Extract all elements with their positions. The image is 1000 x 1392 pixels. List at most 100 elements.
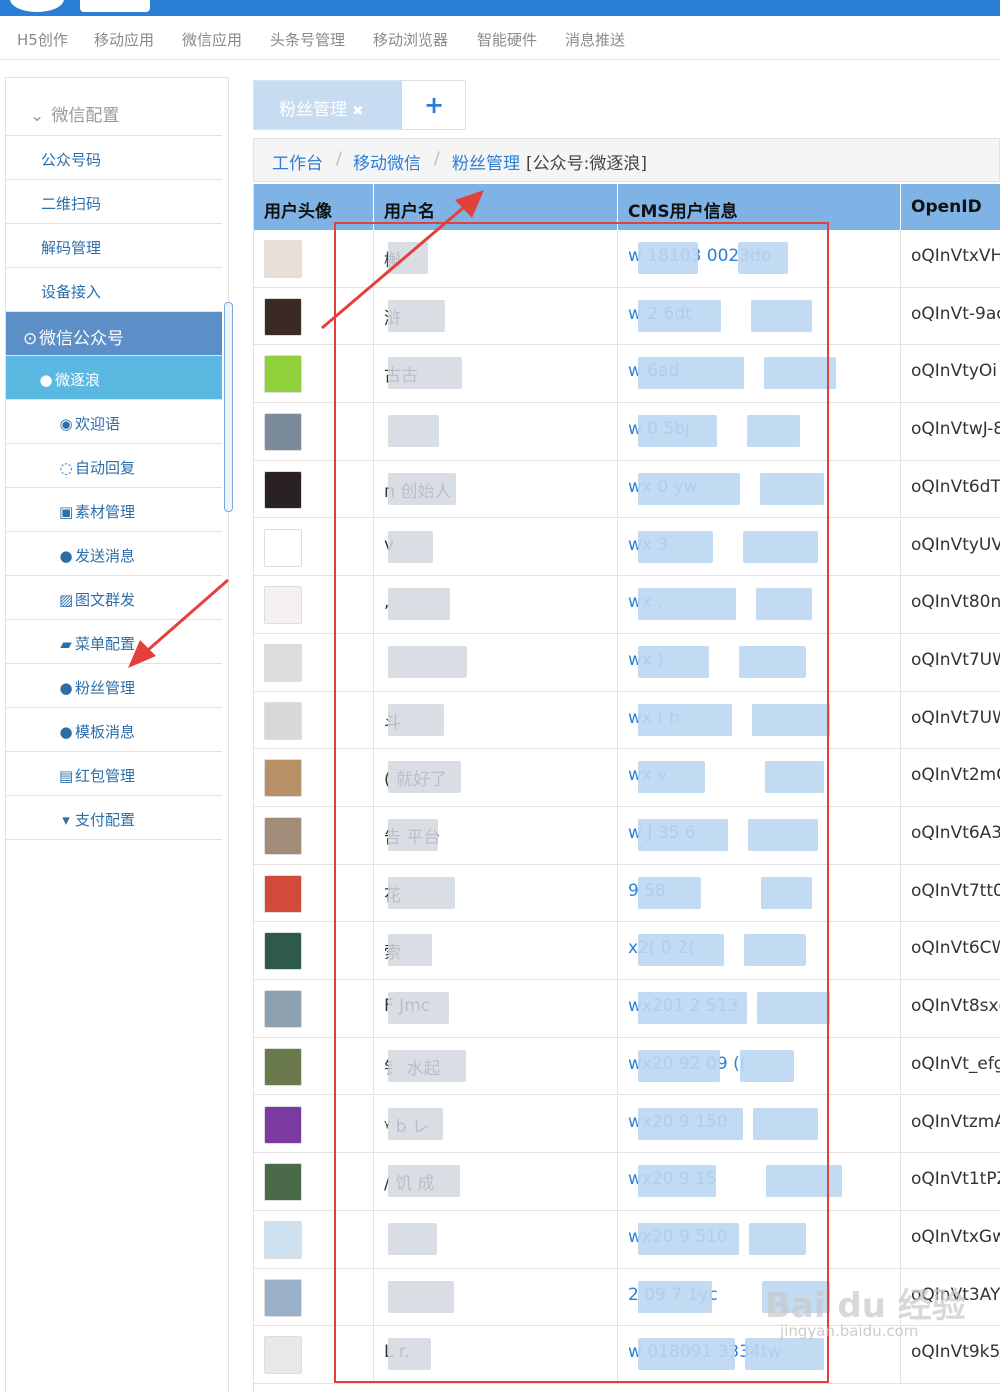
- avatar[interactable]: [264, 297, 302, 336]
- openid-cell: oQInVt7UW: [901, 634, 1000, 691]
- watermark-url: jingyan.baidu.com: [780, 1322, 919, 1340]
- avatar[interactable]: [264, 470, 302, 509]
- chat-bubble-icon: ●: [59, 547, 73, 565]
- annotation-highlight-box: [334, 222, 829, 1383]
- top-header-bar: [0, 0, 1000, 16]
- breadcrumb: 工作台 / 移动微信 / 粉丝管理 [公众号:微逐浪]: [253, 138, 1000, 182]
- globe-icon: ◉: [59, 415, 73, 433]
- sidebar-item-menu-config[interactable]: ▰ 菜单配置: [6, 620, 222, 664]
- picture-icon: ▨: [59, 591, 74, 609]
- avatar[interactable]: [264, 874, 302, 913]
- avatar[interactable]: [264, 240, 302, 278]
- openid: oQInVt9k5: [911, 1342, 1000, 1363]
- book-icon: ▰: [60, 635, 72, 653]
- sidebar-item-decode[interactable]: 解码管理: [6, 224, 222, 268]
- openid-cell: oQInVt-9ac: [901, 288, 1000, 345]
- tab-fans-management[interactable]: 粉丝管理 ✖: [254, 81, 402, 129]
- sidebar-item-fans[interactable]: ● 粉丝管理: [6, 664, 222, 708]
- openid: oQInVtxVH: [911, 246, 1000, 266]
- nav-toutiao[interactable]: 头条号管理: [270, 29, 345, 50]
- avatar[interactable]: [264, 1278, 302, 1317]
- openid: oQInVt1tPZ: [911, 1169, 1000, 1190]
- sidebar-item-send-message[interactable]: ● 发送消息: [6, 532, 222, 576]
- openid-cell: oQInVt_efg: [901, 1038, 1000, 1095]
- nav-mobile-app[interactable]: 移动应用: [94, 29, 154, 50]
- sidebar: ⌄ 微信配置 公众号码 二维扫码 解码管理 设备接入 ⊙ 微信公众号 ● 微逐浪 ◉…: [5, 77, 229, 1392]
- openid: oQInVt6A3: [911, 823, 1000, 843]
- nav-wechat-app[interactable]: 微信应用: [182, 29, 242, 50]
- chevron-down-icon: ⌄: [30, 106, 45, 126]
- sidebar-item-accounts[interactable]: 公众号码: [6, 136, 222, 180]
- openid-cell: oQInVt6dT: [901, 461, 1000, 518]
- cart-icon: ▾: [62, 811, 70, 829]
- breadcrumb-current: 粉丝管理: [452, 154, 520, 174]
- sidebar-item-auto-reply[interactable]: ◌ 自动回复: [6, 444, 222, 488]
- avatar[interactable]: [264, 1105, 302, 1144]
- avatar[interactable]: [264, 1220, 302, 1259]
- sidebar-item-material[interactable]: ▣ 素材管理: [6, 488, 222, 532]
- avatar[interactable]: [264, 932, 302, 971]
- avatar[interactable]: [264, 586, 302, 625]
- nav-mobile-browser[interactable]: 移动浏览器: [373, 29, 448, 50]
- sidebar-item-welcome[interactable]: ◉ 欢迎语: [6, 400, 222, 444]
- avatar[interactable]: [264, 990, 302, 1029]
- wechat-icon: ●: [39, 371, 53, 389]
- openid: oQInVt-9ac: [911, 303, 1000, 324]
- users-icon: ●: [59, 679, 73, 697]
- openid: oQInVtxGw: [911, 1226, 1000, 1247]
- sidebar-item-red-packet[interactable]: ▤ 红包管理: [6, 752, 222, 796]
- chat-bubble-icon: ●: [59, 723, 73, 741]
- openid: oQInVt7tt0: [911, 880, 1000, 901]
- sidebar-header-wechat-config[interactable]: ⌄ 微信配置: [6, 88, 222, 136]
- circle-check-icon: ⊙: [23, 329, 38, 349]
- watermark-logo: Bai du 经验: [765, 1286, 966, 1326]
- openid: oQInVt7UW: [911, 707, 1000, 728]
- breadcrumb-home[interactable]: 工作台: [272, 149, 323, 174]
- avatar[interactable]: [264, 1163, 302, 1202]
- nav-smart-hardware[interactable]: 智能硬件: [477, 29, 537, 50]
- newspaper-icon: ▣: [59, 503, 74, 521]
- logo: [10, 0, 64, 12]
- avatar[interactable]: [264, 1047, 302, 1086]
- avatar[interactable]: [264, 701, 302, 740]
- sidebar-item-wechat-account[interactable]: ⊙ 微信公众号: [6, 312, 222, 356]
- sidebar-item-template[interactable]: ● 模板消息: [6, 708, 222, 752]
- sidebar-item-account-name[interactable]: ● 微逐浪: [6, 356, 222, 400]
- openid-cell: oQInVtyUV: [901, 519, 1000, 576]
- openid: oQInVtwJ-8: [911, 419, 1000, 440]
- avatar[interactable]: [264, 817, 302, 855]
- sidebar-item-qrcode[interactable]: 二维扫码: [6, 180, 222, 224]
- openid-cell: oQInVt7UW: [901, 692, 1000, 749]
- gift-icon: ▤: [59, 767, 74, 785]
- nav-push[interactable]: 消息推送: [565, 29, 625, 50]
- openid: oQInVtyOi: [911, 361, 998, 382]
- sidebar-item-mass-news[interactable]: ▨ 图文群发: [6, 576, 222, 620]
- openid: oQInVt2mC: [911, 765, 1000, 786]
- openid-cell: oQInVtzmA: [901, 1096, 1000, 1153]
- openid-cell: oQInVt7tt0: [901, 865, 1000, 922]
- col-header-openid: OpenID: [901, 184, 1000, 230]
- openid: oQInVtyUV: [911, 534, 1000, 555]
- openid: oQInVtzmA: [911, 1111, 1000, 1132]
- add-tab-button[interactable]: +: [402, 81, 466, 129]
- breadcrumb-suffix: [公众号:微逐浪]: [526, 154, 647, 174]
- sidebar-scrollbar[interactable]: [224, 302, 233, 512]
- avatar[interactable]: [264, 528, 302, 567]
- tab-bar: 粉丝管理 ✖ +: [253, 80, 466, 130]
- openid: oQInVt_efg: [911, 1053, 1000, 1074]
- avatar[interactable]: [264, 355, 302, 394]
- openid: oQInVt7UW: [911, 649, 1000, 670]
- sidebar-item-device[interactable]: 设备接入: [6, 268, 222, 312]
- avatar[interactable]: [264, 1336, 302, 1375]
- avatar[interactable]: [264, 759, 302, 798]
- nav-h5[interactable]: H5创作: [17, 29, 68, 50]
- openid-cell: oQInVt6CW: [901, 922, 1000, 979]
- avatar[interactable]: [264, 413, 302, 452]
- sidebar-item-payment[interactable]: ▾ 支付配置: [6, 796, 222, 840]
- breadcrumb-mobile-wechat[interactable]: 移动微信: [353, 149, 421, 174]
- avatar[interactable]: [264, 643, 302, 682]
- openid: oQInVt6CW: [911, 938, 1000, 959]
- close-icon[interactable]: ✖: [352, 104, 363, 119]
- openid-cell: oQInVtxVH: [901, 230, 1000, 287]
- openid-cell: oQInVt2mC: [901, 749, 1000, 806]
